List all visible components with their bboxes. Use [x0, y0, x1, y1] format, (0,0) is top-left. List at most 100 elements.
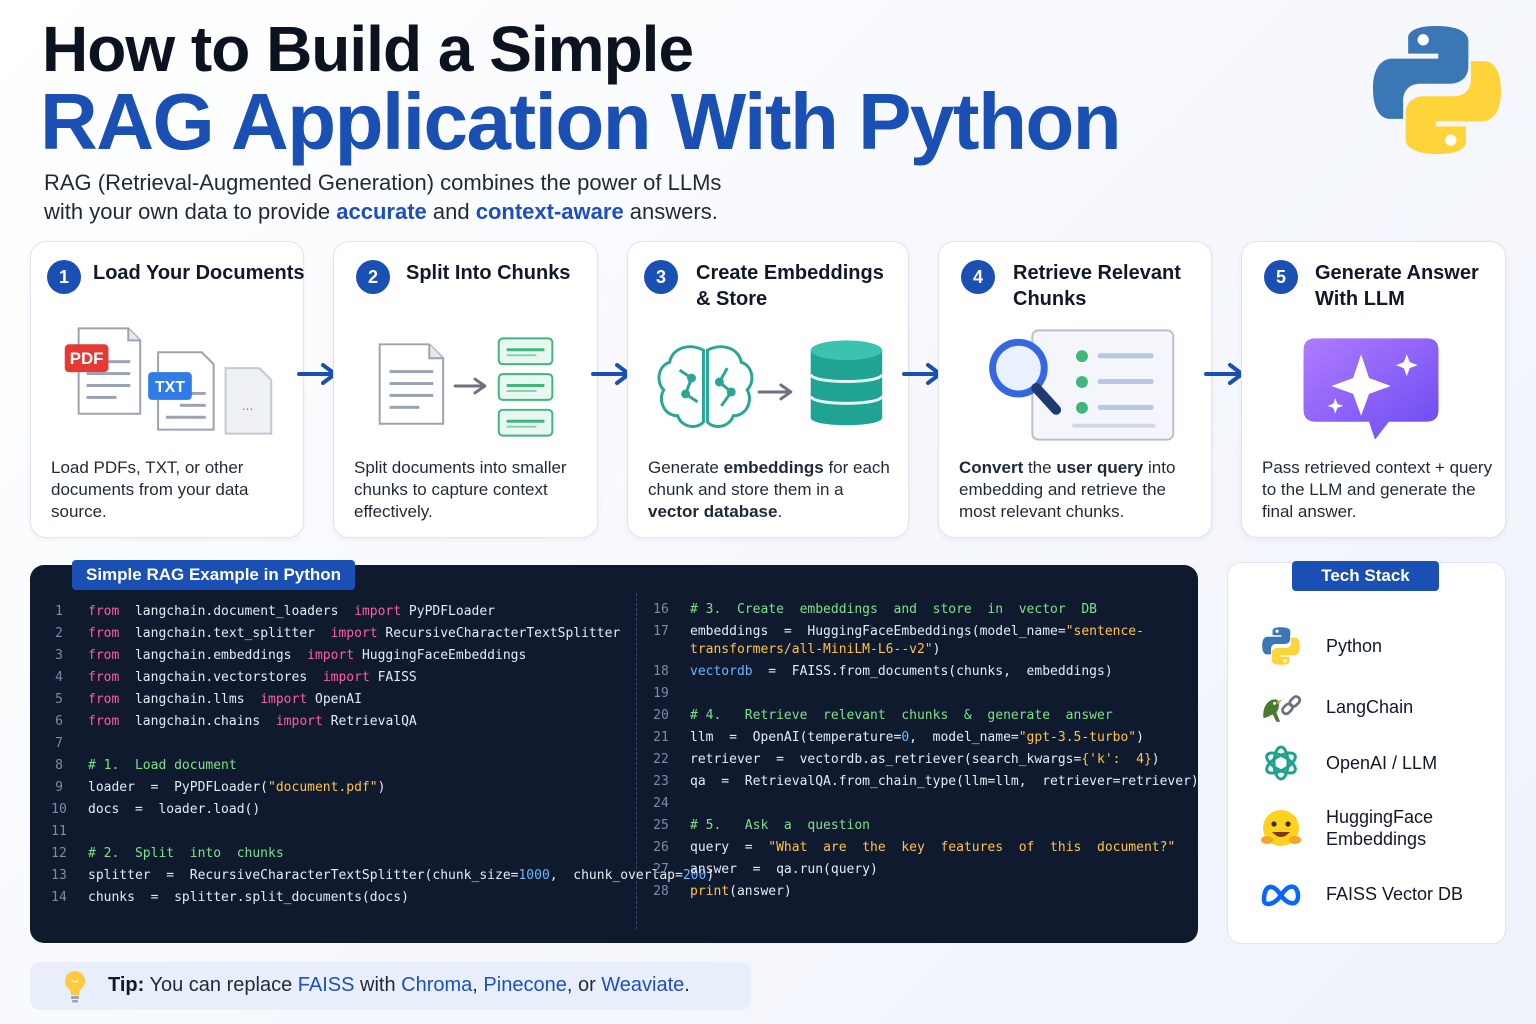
code-text: # 2. Split into chunks — [88, 843, 284, 865]
code-token: langchain.text_splitter — [119, 626, 331, 641]
stack-label: HuggingFace Embeddings — [1326, 807, 1434, 849]
line-number: 10 — [51, 802, 67, 817]
code-line: 13 splitter = RecursiveCharacterTextSplit… — [44, 865, 714, 887]
desc-part: Generate — [648, 458, 724, 477]
code-line: 3 from langchain.embeddings import Huggin… — [44, 645, 636, 667]
code-token: = FAISS.from_documents(chunks, embedding… — [752, 664, 1113, 679]
code-text: splitter = RecursiveCharacterTextSplitte… — [88, 865, 714, 887]
huggingface-icon — [1261, 810, 1301, 846]
line-number: 8 — [55, 758, 63, 773]
line-number: 9 — [55, 780, 63, 795]
desc-bold: Convert — [959, 458, 1024, 477]
code-line: 10 docs = loader.load() — [44, 799, 636, 821]
split-chunks-icon — [378, 337, 554, 437]
code-text: query = "What are the key features of th… — [690, 837, 1175, 859]
step-title: Create Embeddings & Store — [696, 260, 884, 312]
step-3-card: 3 Create Embeddings & Store Generate embe… — [627, 241, 909, 538]
step-description: Generate embeddings for each chunk and s… — [648, 457, 896, 523]
tip-part: , — [472, 974, 484, 996]
tip-part: You can replace — [144, 974, 298, 996]
step-title-line2: & Store — [696, 288, 768, 310]
code-token: import — [354, 604, 402, 619]
code-token: vectordb — [690, 664, 753, 679]
langchain-icon — [1263, 695, 1302, 722]
python-logo-icon — [1373, 26, 1501, 154]
code-token: langchain.embeddings — [119, 648, 308, 663]
documents-icon: PDF TXT ... — [64, 327, 273, 435]
code-panel: 1 from langchain.document_loaders import … — [30, 565, 1198, 943]
line-number: 28 — [653, 884, 669, 899]
code-token: qa = RetrievalQA.from_chain_type(llm=llm… — [690, 774, 1198, 789]
code-line: 4 from langchain.vectorstores import FAIS… — [44, 667, 636, 689]
code-text: chunks = splitter.split_documents(docs) — [88, 887, 409, 909]
code-line: 25 # 5. Ask a question — [646, 815, 1194, 837]
code-token: {'k': 4} — [1081, 752, 1152, 767]
code-token: query = — [690, 840, 769, 855]
line-number: 27 — [653, 862, 669, 877]
tip-faiss: FAISS — [297, 974, 355, 996]
code-text: from langchain.document_loaders import P… — [88, 601, 495, 623]
step-title: Retrieve Relevant Chunks — [1013, 260, 1181, 312]
step-number: 4 — [961, 260, 995, 294]
code-token: langchain.vectorstores — [119, 670, 323, 685]
code-token: langchain.document_loaders — [119, 604, 355, 619]
code-line: 26 query = "What are the key features of … — [646, 837, 1194, 859]
desc-part: . — [777, 502, 783, 521]
page-title-highlight: RAG Application With Python — [40, 77, 1122, 166]
line-number: 23 — [653, 774, 669, 789]
line-number: 21 — [653, 730, 669, 745]
code-line: 22 retriever = vectordb.as_retriever(sear… — [646, 749, 1194, 771]
code-line: 16 # 3. Create embeddings and store in ve… — [646, 599, 1194, 621]
code-token: docs = loader.load() — [88, 802, 261, 817]
desc-part: the — [1023, 458, 1057, 477]
code-line: 6 from langchain.chains import RetrievalQ… — [44, 711, 636, 733]
step-title: Load Your Documents — [93, 262, 305, 284]
other-doc-badge: ... — [242, 397, 254, 413]
code-token: , model_name= — [909, 730, 1019, 745]
code-token: ) — [932, 642, 941, 657]
subtitle: RAG (Retrieval-Augmented Generation) com… — [44, 168, 844, 226]
code-text: # 5. Ask a question — [690, 815, 870, 837]
tip-pinecone: Pinecone — [483, 974, 567, 996]
code-text: qa = RetrievalQA.from_chain_type(llm=llm… — [690, 771, 1198, 793]
subtitle-context-aware: context-aware — [475, 199, 624, 224]
code-token: from — [88, 648, 120, 663]
stack-item-python: Python — [1258, 621, 1498, 671]
code-token: "What are the key features of this docum… — [768, 840, 1176, 855]
code-panel-title: Simple RAG Example in Python — [72, 560, 356, 590]
code-line: 20 # 4. Retrieve relevant chunks & genera… — [646, 705, 1194, 727]
line-number: 4 — [55, 670, 63, 685]
code-line: 9 loader = PyPDFLoader("document.pdf") — [44, 777, 636, 799]
tip-text: Tip: You can replace FAISS with Chroma , … — [108, 974, 690, 997]
line-number: 16 — [653, 602, 669, 617]
desc-bold: vector database — [648, 502, 778, 521]
step-4-card: 4 Retrieve Relevant Chunks Convert the us… — [938, 241, 1212, 538]
code-token: answer = qa.run(query) — [690, 862, 878, 877]
line-number: 11 — [51, 824, 67, 839]
code-line: 18 vectordb = FAISS.from_documents(chunks… — [646, 661, 1194, 683]
code-line: 8 # 1. Load document — [44, 755, 636, 777]
code-token: # 1. Load document — [88, 758, 237, 773]
code-text: vectordb = FAISS.from_documents(chunks, … — [690, 661, 1113, 683]
code-text: # 4. Retrieve relevant chunks & generate… — [690, 705, 1113, 727]
line-number: 20 — [653, 708, 669, 723]
code-token: ) — [377, 780, 386, 795]
ai-sparkle-chat-icon — [1303, 338, 1439, 440]
code-token: chunks = splitter.split_documents(docs) — [88, 890, 409, 905]
code-token: # 5. Ask a question — [690, 818, 871, 833]
step-title-line2: Chunks — [1013, 288, 1087, 310]
line-number: 3 — [55, 648, 63, 663]
code-text: embeddings = HuggingFaceEmbeddings(model… — [690, 623, 1180, 659]
code-token: "gpt-3.5-turbo" — [1018, 730, 1137, 745]
code-token: FAISS — [369, 670, 417, 685]
tip-part: . — [684, 974, 690, 996]
code-token: import — [330, 626, 378, 641]
code-token: import — [322, 670, 370, 685]
code-token: RetrievalQA — [322, 714, 417, 729]
step-title-line1: Create Embeddings — [696, 262, 884, 284]
line-number: 5 — [55, 692, 63, 707]
code-line: 17 embeddings = HuggingFaceEmbeddings(mod… — [646, 621, 1194, 661]
database-icon — [809, 340, 884, 426]
line-number: 14 — [51, 890, 67, 905]
code-text: # 1. Load document — [88, 755, 237, 777]
